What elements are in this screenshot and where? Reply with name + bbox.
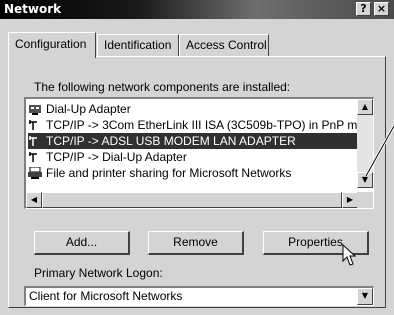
network-protocol-icon bbox=[28, 119, 42, 131]
list-item-label: Dial-Up Adapter bbox=[46, 102, 131, 116]
list-item-label: TCP/IP -> Dial-Up Adapter bbox=[46, 150, 187, 164]
components-list[interactable]: Dial-Up Adapter TCP/IP -> 3Com EtherLink… bbox=[24, 97, 374, 209]
list-item-label: TCP/IP -> 3Com EtherLink III ISA (3C509b… bbox=[46, 118, 358, 132]
mouse-cursor-icon bbox=[342, 244, 357, 266]
primary-logon-label: Primary Network Logon: bbox=[34, 266, 163, 280]
close-button[interactable]: × bbox=[374, 2, 389, 16]
list-horizontal-scrollbar[interactable]: ◀ ▶ bbox=[26, 192, 358, 208]
scroll-up-icon[interactable]: ▲ bbox=[357, 99, 373, 115]
primary-logon-value: Client for Microsoft Networks bbox=[29, 289, 183, 303]
tab-identification[interactable]: Identification bbox=[97, 34, 179, 56]
components-label: The following network components are ins… bbox=[34, 80, 291, 94]
list-item[interactable]: TCP/IP -> 3Com EtherLink III ISA (3C509b… bbox=[28, 117, 358, 133]
chevron-down-icon[interactable]: ▼ bbox=[357, 288, 373, 305]
help-button[interactable]: ? bbox=[356, 2, 371, 16]
file-printer-sharing-icon bbox=[28, 166, 42, 179]
callout-pointer-icon bbox=[364, 125, 394, 177]
add-button[interactable]: Add... bbox=[34, 231, 130, 255]
network-dialog: Network ? × Configuration Identification… bbox=[0, 0, 394, 315]
dialup-adapter-icon bbox=[28, 103, 42, 115]
list-item[interactable]: File and printer sharing for Microsoft N… bbox=[28, 165, 358, 181]
list-item[interactable]: TCP/IP -> Dial-Up Adapter bbox=[28, 149, 358, 165]
scroll-thumb[interactable] bbox=[42, 192, 342, 208]
list-item-label: TCP/IP -> ADSL USB MODEM LAN ADAPTER bbox=[46, 134, 296, 148]
scroll-right-icon[interactable]: ▶ bbox=[342, 192, 358, 208]
primary-logon-select[interactable]: Client for Microsoft Networks ▼ bbox=[24, 286, 374, 306]
scroll-left-icon[interactable]: ◀ bbox=[26, 192, 42, 208]
list-item[interactable]: Dial-Up Adapter bbox=[28, 101, 358, 117]
network-protocol-icon bbox=[28, 135, 42, 147]
window-title: Network bbox=[4, 2, 62, 16]
title-bar[interactable]: Network ? × bbox=[0, 0, 394, 19]
remove-button[interactable]: Remove bbox=[148, 231, 244, 255]
tab-configuration[interactable]: Configuration bbox=[8, 32, 96, 58]
scrollbar-corner bbox=[357, 192, 373, 208]
list-item-selected[interactable]: TCP/IP -> ADSL USB MODEM LAN ADAPTER bbox=[28, 133, 358, 149]
list-item-label: File and printer sharing for Microsoft N… bbox=[46, 166, 292, 180]
tab-access-control[interactable]: Access Control bbox=[179, 34, 269, 56]
network-protocol-icon bbox=[28, 151, 42, 163]
